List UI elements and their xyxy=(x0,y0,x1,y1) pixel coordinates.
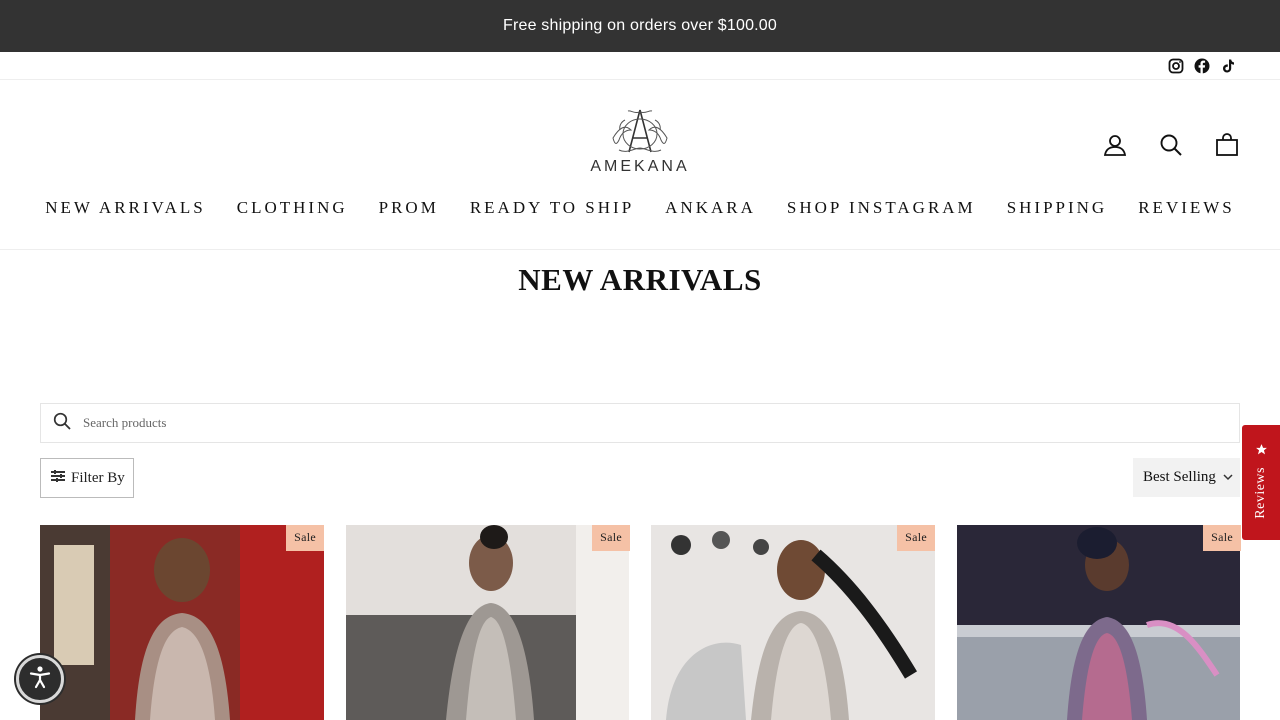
nav-item-shipping[interactable]: SHIPPING xyxy=(1007,198,1108,218)
filter-icon xyxy=(51,469,65,487)
product-image xyxy=(346,525,629,720)
nav-item-shop-instagram[interactable]: SHOP INSTAGRAM xyxy=(787,198,976,218)
product-card[interactable]: Sale xyxy=(346,525,630,720)
nav-item-ready-to-ship[interactable]: READY TO SHIP xyxy=(470,198,634,218)
reviews-tab-label: Reviews xyxy=(1253,467,1268,519)
reviews-tab[interactable]: Reviews xyxy=(1242,425,1280,540)
filter-button[interactable]: Filter By xyxy=(40,458,134,498)
product-image xyxy=(651,525,935,720)
product-grid: Sale Sale Sale Sale xyxy=(40,525,1241,720)
filter-label: Filter By xyxy=(71,469,125,486)
chevron-down-icon xyxy=(1223,469,1233,486)
nav-item-reviews[interactable]: REVIEWS xyxy=(1138,198,1235,218)
sale-badge: Sale xyxy=(286,525,324,551)
cart-icon[interactable] xyxy=(1214,132,1240,158)
site-header: AMEKANA NEW ARRIVALS CLOTHING PROM READY… xyxy=(0,80,1280,250)
social-bar xyxy=(0,52,1280,80)
nav-item-ankara[interactable]: ANKARA xyxy=(665,198,756,218)
page-title: NEW ARRIVALS xyxy=(518,262,762,297)
search-icon xyxy=(53,412,71,435)
main-nav: NEW ARRIVALS CLOTHING PROM READY TO SHIP… xyxy=(0,198,1280,218)
product-search xyxy=(40,403,1240,443)
nav-item-clothing[interactable]: CLOTHING xyxy=(237,198,348,218)
announcement-text: Free shipping on orders over $100.00 xyxy=(502,17,778,34)
nav-item-prom[interactable]: PROM xyxy=(379,198,439,218)
star-icon xyxy=(1255,443,1268,461)
accessibility-button[interactable] xyxy=(16,655,64,703)
sale-badge: Sale xyxy=(897,525,935,551)
product-image xyxy=(957,525,1240,720)
product-card[interactable]: Sale xyxy=(957,525,1241,720)
header-actions xyxy=(1102,132,1240,158)
product-card[interactable]: Sale xyxy=(40,525,324,720)
instagram-icon[interactable] xyxy=(1168,58,1184,74)
accessibility-icon xyxy=(27,664,53,695)
facebook-icon[interactable] xyxy=(1194,58,1210,74)
sale-badge: Sale xyxy=(592,525,630,551)
announcement-bar: Free shipping on orders over $100.00 xyxy=(0,0,1280,52)
search-input[interactable] xyxy=(83,415,1183,431)
product-card[interactable]: Sale xyxy=(651,525,935,720)
sale-badge: Sale xyxy=(1203,525,1241,551)
brand-logo[interactable]: AMEKANA xyxy=(588,108,692,184)
account-icon[interactable] xyxy=(1102,132,1128,158)
sort-selected-value: Best Selling xyxy=(1143,469,1216,485)
logo-crest-icon xyxy=(612,109,668,153)
sort-select[interactable]: Best Selling xyxy=(1133,458,1240,497)
nav-item-new-arrivals[interactable]: NEW ARRIVALS xyxy=(45,198,206,218)
logo-text: AMEKANA xyxy=(590,158,690,175)
product-image xyxy=(40,525,324,720)
search-icon[interactable] xyxy=(1158,132,1184,158)
tiktok-icon[interactable] xyxy=(1220,58,1236,74)
